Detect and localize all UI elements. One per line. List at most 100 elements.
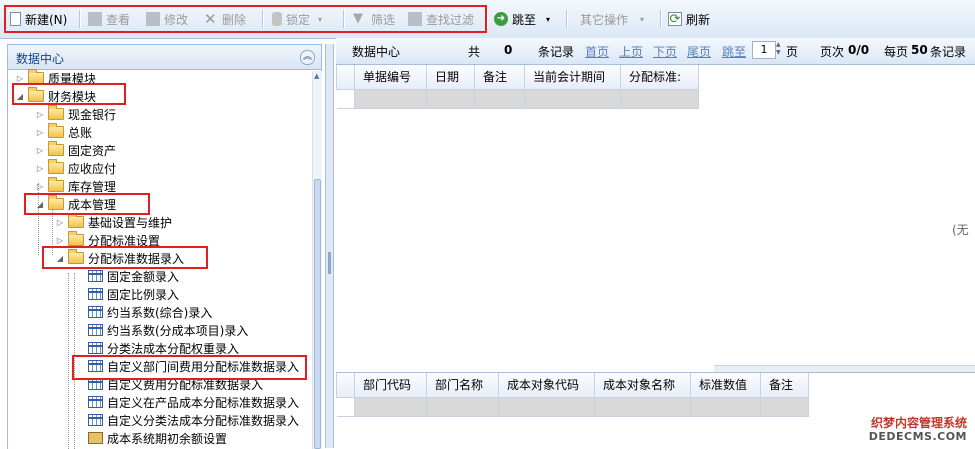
tree-leaf-equivalent-coef-by-item[interactable]: 约当系数(分成本项目)录入 — [86, 321, 248, 339]
expand-triangle-icon[interactable]: ▷ — [54, 236, 66, 245]
tree-node-allocation-data-entry[interactable]: ◢ 分配标准数据录入 — [54, 249, 184, 267]
column-header[interactable]: 部门代码 — [354, 373, 427, 398]
jump-button[interactable]: ➜ 跳至 ▾ — [494, 10, 550, 28]
table-cell[interactable] — [354, 396, 427, 417]
filter-button[interactable]: ▼ 筛选 — [353, 10, 395, 28]
column-header[interactable]: 单据编号 — [354, 65, 427, 90]
tree-leaf-custom-interdept[interactable]: 自定义部门间费用分配标准数据录入 — [86, 357, 299, 375]
table-grid-icon — [88, 378, 103, 390]
expand-triangle-icon[interactable]: ▷ — [34, 110, 46, 119]
tree-leaf-custom-expense[interactable]: 自定义费用分配标准数据录入 — [86, 375, 263, 393]
column-header[interactable]: 成本对象名称 — [594, 373, 691, 398]
expand-triangle-icon[interactable]: ▷ — [34, 146, 46, 155]
tree-node-cost-management[interactable]: ◢ 成本管理 — [34, 195, 116, 213]
column-header[interactable]: 成本对象代码 — [498, 373, 595, 398]
expand-triangle-icon[interactable]: ▷ — [54, 218, 66, 227]
table-grid-icon — [88, 270, 103, 282]
new-document-icon — [10, 12, 21, 26]
refresh-button[interactable]: ⟳ 刷新 — [668, 10, 710, 28]
tree-leaf-opening-balance[interactable]: 成本系统期初余额设置 — [86, 429, 227, 447]
column-header[interactable]: 分配标准: — [620, 65, 699, 90]
tree-leaf-fixed-ratio[interactable]: 固定比例录入 — [86, 285, 179, 303]
tree-node-cash-bank[interactable]: ▷ 现金银行 — [34, 105, 116, 123]
last-page-link[interactable]: 尾页 — [687, 43, 711, 60]
column-header[interactable]: 标准数值 — [690, 373, 761, 398]
scrollbar-thumb[interactable] — [314, 179, 321, 449]
find-filter-label: 查找过滤 — [426, 12, 475, 27]
collapse-triangle-icon[interactable]: ◢ — [34, 200, 46, 209]
column-header[interactable]: 备注 — [760, 373, 809, 398]
detail-grid: 部门代码 部门名称 成本对象代码 成本对象名称 标准数值 备注 织梦内容管理系统… — [336, 372, 975, 449]
table-grid-icon — [88, 324, 103, 336]
column-header[interactable]: 日期 — [426, 65, 475, 90]
tree-node-inventory[interactable]: ▷ 库存管理 — [34, 177, 116, 195]
column-header[interactable]: 部门名称 — [426, 373, 499, 398]
edit-icon — [146, 12, 160, 26]
column-header[interactable]: 当前会计期间 — [524, 65, 621, 90]
row-selector[interactable] — [336, 88, 355, 109]
tree-node-basic-settings[interactable]: ▷ 基础设置与维护 — [54, 213, 172, 231]
page-spinner-icon[interactable]: ▲ ▼ — [776, 41, 782, 57]
tree-leaf-classification-weight[interactable]: 分类法成本分配权重录入 — [86, 339, 239, 357]
tree-leaf-equivalent-coef-combined[interactable]: 约当系数(综合)录入 — [86, 303, 212, 321]
view-button[interactable]: 查看 — [88, 10, 130, 28]
expand-triangle-icon[interactable]: ▷ — [34, 182, 46, 191]
toolbar-separator — [262, 10, 264, 28]
splitter-grip[interactable] — [328, 252, 331, 274]
tree-node-quality[interactable]: ▷ 质量模块 — [14, 69, 96, 87]
tree-node-receivable-payable[interactable]: ▷ 应收应付 — [34, 159, 116, 177]
table-row[interactable] — [336, 396, 809, 417]
collapse-triangle-icon[interactable]: ◢ — [54, 254, 66, 263]
tree-leaf-custom-wip[interactable]: 自定义在产品成本分配标准数据录入 — [86, 393, 299, 411]
other-ops-button[interactable]: 其它操作 ▾ — [580, 10, 644, 28]
table-cell[interactable] — [620, 88, 699, 109]
pager-title: 数据中心 — [352, 45, 401, 59]
tree-node-general-ledger[interactable]: ▷ 总账 — [34, 123, 92, 141]
new-button[interactable]: 新建(N) — [10, 10, 67, 28]
tree-leaf-fixed-amount[interactable]: 固定金额录入 — [86, 267, 179, 285]
tree-node-finance[interactable]: ◢ 财务模块 — [14, 87, 96, 105]
column-header[interactable]: 备注 — [474, 65, 525, 90]
expand-triangle-icon[interactable]: ▷ — [34, 128, 46, 137]
table-cell[interactable] — [354, 88, 427, 109]
table-row[interactable] — [336, 88, 699, 109]
toolbar-separator — [343, 10, 345, 28]
tree-node-allocation-standard-settings[interactable]: ▷ 分配标准设置 — [54, 231, 160, 249]
edit-button[interactable]: 修改 — [146, 10, 188, 28]
table-cell[interactable] — [594, 396, 691, 417]
find-filter-button[interactable]: 查找过滤 — [408, 10, 474, 28]
page-number-input[interactable]: 1 — [752, 41, 776, 59]
table-cell[interactable] — [524, 88, 621, 109]
table-cell[interactable] — [474, 88, 525, 109]
left-panel-scrollbar[interactable]: ▲ — [312, 71, 322, 449]
jump-page-link[interactable]: 跳至 — [722, 43, 746, 60]
scroll-up-arrow-icon[interactable]: ▲ — [314, 72, 319, 80]
table-cell[interactable] — [498, 396, 595, 417]
table-cell[interactable] — [426, 88, 475, 109]
tree-leaf-custom-classification[interactable]: 自定义分类法成本分配标准数据录入 — [86, 411, 299, 429]
first-page-link[interactable]: 首页 — [585, 43, 609, 60]
jump-arrow-icon: ➜ — [494, 12, 508, 26]
table-cell[interactable] — [690, 396, 761, 417]
expand-triangle-icon[interactable]: ▷ — [34, 164, 46, 173]
panel-splitter[interactable] — [325, 44, 334, 448]
next-page-link[interactable]: 下页 — [653, 43, 677, 60]
prev-page-link[interactable]: 上页 — [619, 43, 643, 60]
row-selector[interactable] — [336, 396, 355, 417]
table-cell[interactable] — [760, 396, 809, 417]
tree-node-fixed-assets[interactable]: ▷ 固定资产 — [34, 141, 116, 159]
settings-grid-icon — [88, 432, 103, 444]
dropdown-arrow-icon: ▾ — [318, 14, 323, 24]
delete-button[interactable]: ✕ 删除 — [204, 10, 246, 28]
collapse-up-icon[interactable]: ︽ — [300, 50, 315, 65]
lock-button[interactable]: 锁定 ▾ — [272, 10, 322, 28]
expand-triangle-icon[interactable]: ▷ — [14, 74, 26, 83]
master-grid-hscrollbar[interactable] — [714, 365, 975, 372]
collapse-triangle-icon[interactable]: ◢ — [14, 92, 26, 101]
page-unit-label: 页 — [786, 45, 799, 59]
edit-label: 修改 — [164, 12, 189, 27]
detail-grid-table: 部门代码 部门名称 成本对象代码 成本对象名称 标准数值 备注 — [336, 373, 809, 417]
left-panel: 数据中心 ︽ ▷ 质量模块 ◢ 财务模块 ▷ 现金银行 ▷ 总账 ▷ 固定资产 … — [7, 44, 322, 449]
total-label: 共 — [468, 45, 481, 59]
table-cell[interactable] — [426, 396, 499, 417]
